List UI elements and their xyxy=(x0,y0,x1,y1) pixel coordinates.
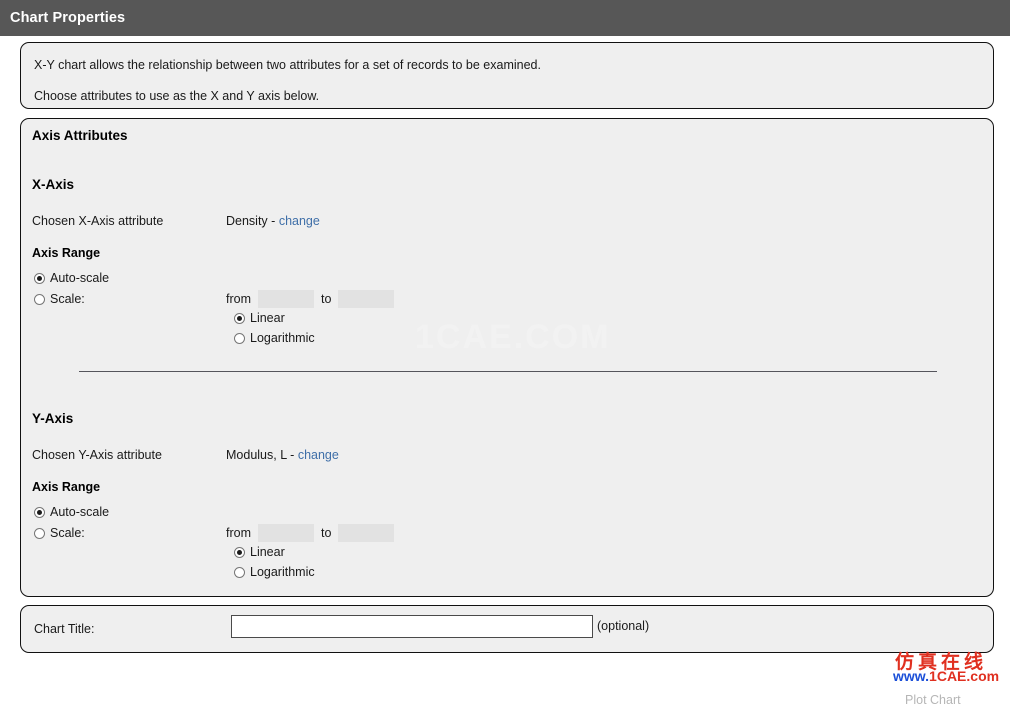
y-axis-scale-radio-row[interactable]: Scale: xyxy=(34,526,85,540)
plot-chart-button[interactable]: Plot Chart xyxy=(905,693,961,707)
x-axis-auto-scale-label: Auto-scale xyxy=(50,271,110,285)
y-axis-logarithmic-radio[interactable] xyxy=(234,566,245,578)
y-axis-logarithmic-radio-row[interactable]: Logarithmic xyxy=(234,565,315,579)
x-axis-linear-radio-row[interactable]: Linear xyxy=(234,311,285,325)
x-axis-from-word: from xyxy=(226,292,251,306)
x-axis-chosen-label: Chosen X-Axis attribute xyxy=(32,214,164,228)
y-axis-heading: Y-Axis xyxy=(32,411,74,426)
x-axis-change-link[interactable]: change xyxy=(279,214,320,228)
x-axis-auto-scale-radio[interactable] xyxy=(34,272,45,284)
y-axis-from-input[interactable] xyxy=(258,524,314,542)
x-axis-scale-label: Scale: xyxy=(50,292,85,306)
y-axis-to-input[interactable] xyxy=(338,524,395,542)
y-axis-auto-scale-radio[interactable] xyxy=(34,506,45,518)
x-axis-auto-scale-radio-row[interactable]: Auto-scale xyxy=(34,271,109,285)
x-axis-range-inputs: from to xyxy=(226,290,401,308)
x-axis-scale-radio-row[interactable]: Scale: xyxy=(34,292,85,306)
y-axis-from-word: from xyxy=(226,526,251,540)
y-axis-logarithmic-label: Logarithmic xyxy=(250,565,315,579)
axis-attributes-panel: Axis Attributes X-Axis Chosen X-Axis att… xyxy=(20,118,994,597)
y-axis-auto-scale-radio-row[interactable]: Auto-scale xyxy=(34,505,109,519)
x-axis-value-separator: - xyxy=(271,214,276,228)
x-axis-heading: X-Axis xyxy=(32,177,75,192)
chart-title-input[interactable] xyxy=(231,615,593,638)
chart-title-optional-note: (optional) xyxy=(597,619,650,633)
y-axis-value-separator: - xyxy=(290,448,295,462)
y-axis-change-link[interactable]: change xyxy=(298,448,339,462)
x-axis-to-input[interactable] xyxy=(338,290,395,308)
x-axis-logarithmic-label: Logarithmic xyxy=(250,331,315,345)
x-axis-chosen-value: Density xyxy=(226,214,268,228)
x-axis-linear-radio[interactable] xyxy=(234,312,245,324)
y-axis-scale-label: Scale: xyxy=(50,526,85,540)
window-titlebar: Chart Properties xyxy=(0,0,1010,36)
y-axis-linear-radio[interactable] xyxy=(234,546,245,558)
y-axis-to-word: to xyxy=(321,526,332,540)
description-panel: X-Y chart allows the relationship betwee… xyxy=(20,42,994,109)
x-axis-range-heading: Axis Range xyxy=(32,246,101,260)
chart-title-panel: Chart Title: (optional) xyxy=(20,605,994,653)
y-axis-linear-label: Linear xyxy=(250,545,285,559)
x-axis-logarithmic-radio[interactable] xyxy=(234,332,245,344)
y-axis-chosen-value-group: Modulus, L - change xyxy=(226,448,339,462)
y-axis-range-inputs: from to xyxy=(226,524,401,542)
x-axis-logarithmic-radio-row[interactable]: Logarithmic xyxy=(234,331,315,345)
axis-section-divider xyxy=(79,371,937,372)
page-body: X-Y chart allows the relationship betwee… xyxy=(0,36,1010,707)
x-axis-from-input[interactable] xyxy=(258,290,314,308)
y-axis-auto-scale-label: Auto-scale xyxy=(50,505,110,519)
x-axis-linear-label: Linear xyxy=(250,311,285,325)
x-axis-chosen-value-group: Density - change xyxy=(226,214,320,228)
y-axis-range-heading: Axis Range xyxy=(32,480,101,494)
x-axis-scale-radio[interactable] xyxy=(34,293,45,305)
axis-attributes-heading: Axis Attributes xyxy=(32,128,128,143)
description-line-1: X-Y chart allows the relationship betwee… xyxy=(34,58,541,72)
chart-title-label: Chart Title: xyxy=(34,622,95,636)
y-axis-chosen-value: Modulus, L xyxy=(226,448,287,462)
description-line-2: Choose attributes to use as the X and Y … xyxy=(34,89,320,103)
x-axis-to-word: to xyxy=(321,292,332,306)
page-title: Chart Properties xyxy=(10,10,126,26)
y-axis-scale-radio[interactable] xyxy=(34,527,45,539)
y-axis-chosen-label: Chosen Y-Axis attribute xyxy=(32,448,162,462)
y-axis-linear-radio-row[interactable]: Linear xyxy=(234,545,285,559)
